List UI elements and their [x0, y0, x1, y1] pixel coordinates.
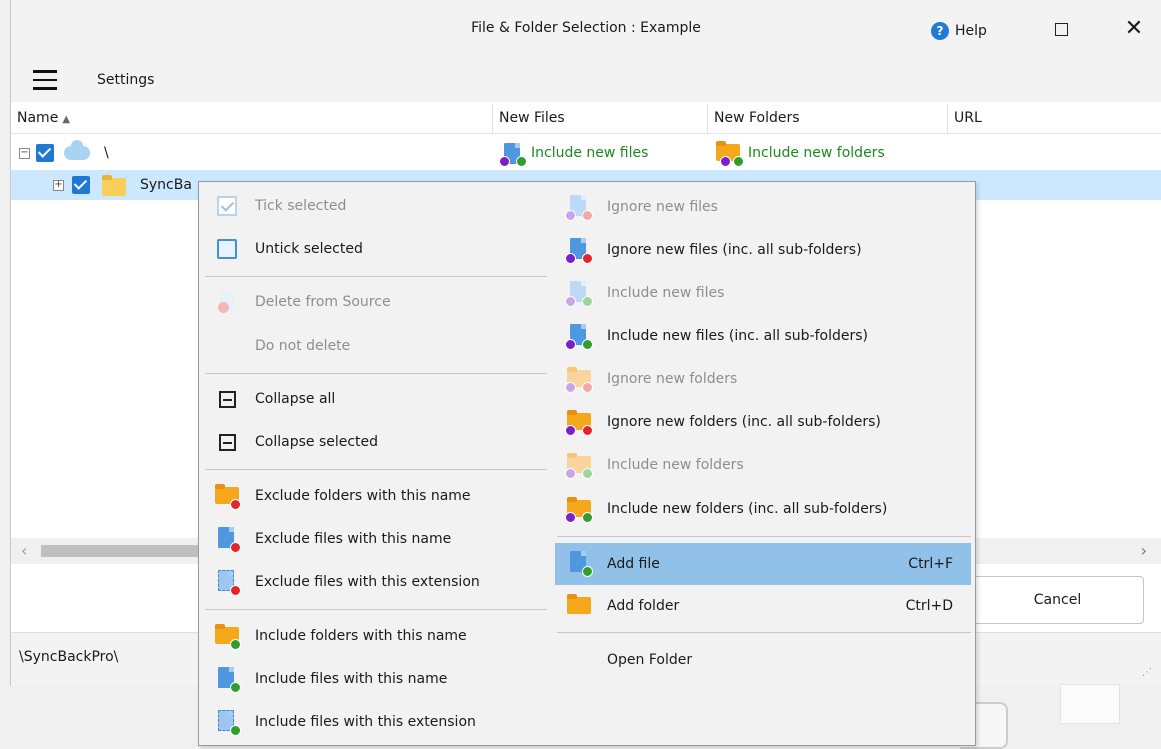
menu-item-add-folder[interactable]: Add folder Ctrl+D [555, 586, 971, 626]
menu-item-include-new-files-sub[interactable]: Include new files (inc. all sub-folders) [555, 316, 971, 356]
maximize-button[interactable] [1055, 23, 1068, 36]
menu-item-ignore-new-folders-sub[interactable]: Ignore new folders (inc. all sub-folders… [555, 402, 971, 442]
help-label: Help [955, 23, 987, 39]
collapse-icon [215, 430, 239, 454]
column-header-name[interactable]: Name ▲ [11, 104, 493, 134]
menu-item-collapse-selected[interactable]: Collapse selected [203, 422, 547, 462]
help-button[interactable]: ? Help [931, 18, 987, 44]
checkbox-unchecked-icon [215, 237, 239, 261]
checkbox-checked-icon [215, 194, 239, 218]
menu-item-exclude-files-name[interactable]: Exclude files with this name [203, 519, 547, 559]
help-icon: ? [931, 22, 949, 40]
row-checkbox[interactable] [36, 144, 54, 162]
resize-grip-icon[interactable]: ⋰ [1142, 667, 1152, 678]
delete-file-icon [215, 290, 239, 314]
menu-item-ignore-new-files-sub[interactable]: Ignore new files (inc. all sub-folders) [555, 230, 971, 270]
add-file-icon [567, 551, 593, 577]
exclude-extension-icon [215, 570, 241, 596]
menu-item-include-new-folders-sub[interactable]: Include new folders (inc. all sub-folder… [555, 489, 971, 529]
column-header-url[interactable]: URL [948, 104, 1161, 134]
include-new-folders-icon [565, 453, 593, 479]
menu-item-include-folders-name[interactable]: Include folders with this name [203, 616, 547, 656]
menu-item-exclude-files-extension[interactable]: Exclude files with this extension [203, 562, 547, 602]
include-new-files-sub-icon [565, 324, 593, 350]
menu-separator [205, 373, 547, 374]
menu-item-untick-selected[interactable]: Untick selected [203, 229, 547, 269]
folder-icon [102, 174, 126, 196]
menu-item-include-new-folders[interactable]: Include new folders [555, 445, 971, 485]
row-name: SyncBa [140, 177, 192, 193]
column-header-new-folders[interactable]: New Folders [708, 104, 948, 134]
include-extension-icon [215, 710, 241, 736]
cloud-icon [64, 140, 90, 160]
collapse-toggle-icon[interactable]: − [19, 147, 30, 159]
include-new-files-icon [499, 141, 527, 167]
menu-item-tick-selected[interactable]: Tick selected [203, 186, 547, 226]
status-path: \SyncBackPro\ [19, 649, 119, 665]
collapse-icon [215, 387, 239, 411]
settings-button[interactable]: Settings [97, 72, 154, 88]
scroll-right-icon[interactable]: › [1141, 541, 1147, 560]
include-file-icon [215, 667, 241, 693]
menu-separator [557, 536, 971, 537]
add-file-shortcut: Ctrl+F [908, 556, 953, 572]
row-new-folders: Include new folders [748, 145, 885, 161]
exclude-folder-icon [215, 484, 241, 510]
menu-separator [205, 609, 547, 610]
background-panel [1060, 684, 1120, 724]
include-new-folders-sub-icon [565, 497, 593, 523]
context-menu: Tick selected Untick selected Delete fro… [198, 181, 976, 746]
expand-toggle-icon[interactable]: + [53, 179, 64, 191]
scroll-left-icon[interactable]: ‹ [21, 541, 27, 560]
include-new-files-icon [565, 281, 593, 307]
menu-item-collapse-all[interactable]: Collapse all [203, 379, 547, 419]
window-title: File & Folder Selection : Example [471, 20, 701, 36]
add-folder-shortcut: Ctrl+D [905, 598, 953, 614]
ignore-new-files-sub-icon [565, 238, 593, 264]
include-folder-icon [215, 624, 241, 650]
include-new-folders-icon [716, 141, 744, 167]
grid-header: Name ▲ New Files New Folders URL [11, 104, 1161, 134]
row-checkbox[interactable] [72, 176, 90, 194]
row-name: \ [104, 145, 109, 161]
column-name-label: Name [17, 110, 59, 126]
menu-item-open-folder[interactable]: Open Folder [555, 640, 971, 680]
menu-item-do-not-delete[interactable]: Do not delete [203, 326, 547, 366]
close-button[interactable]: ✕ [1121, 14, 1147, 44]
menu-item-ignore-new-folders[interactable]: Ignore new folders [555, 359, 971, 399]
table-row[interactable]: − \ Include new files Include new folder… [11, 138, 1161, 168]
menu-item-include-new-files[interactable]: Include new files [555, 273, 971, 313]
menu-item-exclude-folders-name[interactable]: Exclude folders with this name [203, 476, 547, 516]
menu-item-ignore-new-files[interactable]: Ignore new files [555, 187, 971, 227]
cancel-button[interactable]: Cancel [971, 576, 1144, 624]
exclude-file-icon [215, 527, 241, 553]
ignore-new-folders-icon [565, 367, 593, 393]
ignore-new-folders-sub-icon [565, 410, 593, 436]
sort-ascending-icon: ▲ [62, 114, 71, 125]
menu-item-add-file[interactable]: Add file Ctrl+F [555, 543, 971, 585]
add-folder-icon [567, 594, 591, 618]
column-header-new-files[interactable]: New Files [493, 104, 708, 134]
hamburger-menu-icon[interactable] [33, 70, 57, 90]
title-bar: File & Folder Selection : Example ? Help… [11, 0, 1161, 62]
toolbar: Settings [11, 62, 1161, 102]
menu-item-include-files-name[interactable]: Include files with this name [203, 659, 547, 699]
scrollbar-thumb[interactable] [41, 545, 211, 557]
row-new-files: Include new files [531, 145, 649, 161]
menu-separator [557, 632, 971, 633]
menu-separator [205, 276, 547, 277]
ignore-new-files-icon [565, 195, 593, 221]
menu-separator [205, 469, 547, 470]
menu-item-delete-from-source[interactable]: Delete from Source [203, 282, 547, 322]
menu-item-include-files-extension[interactable]: Include files with this extension [203, 702, 547, 742]
